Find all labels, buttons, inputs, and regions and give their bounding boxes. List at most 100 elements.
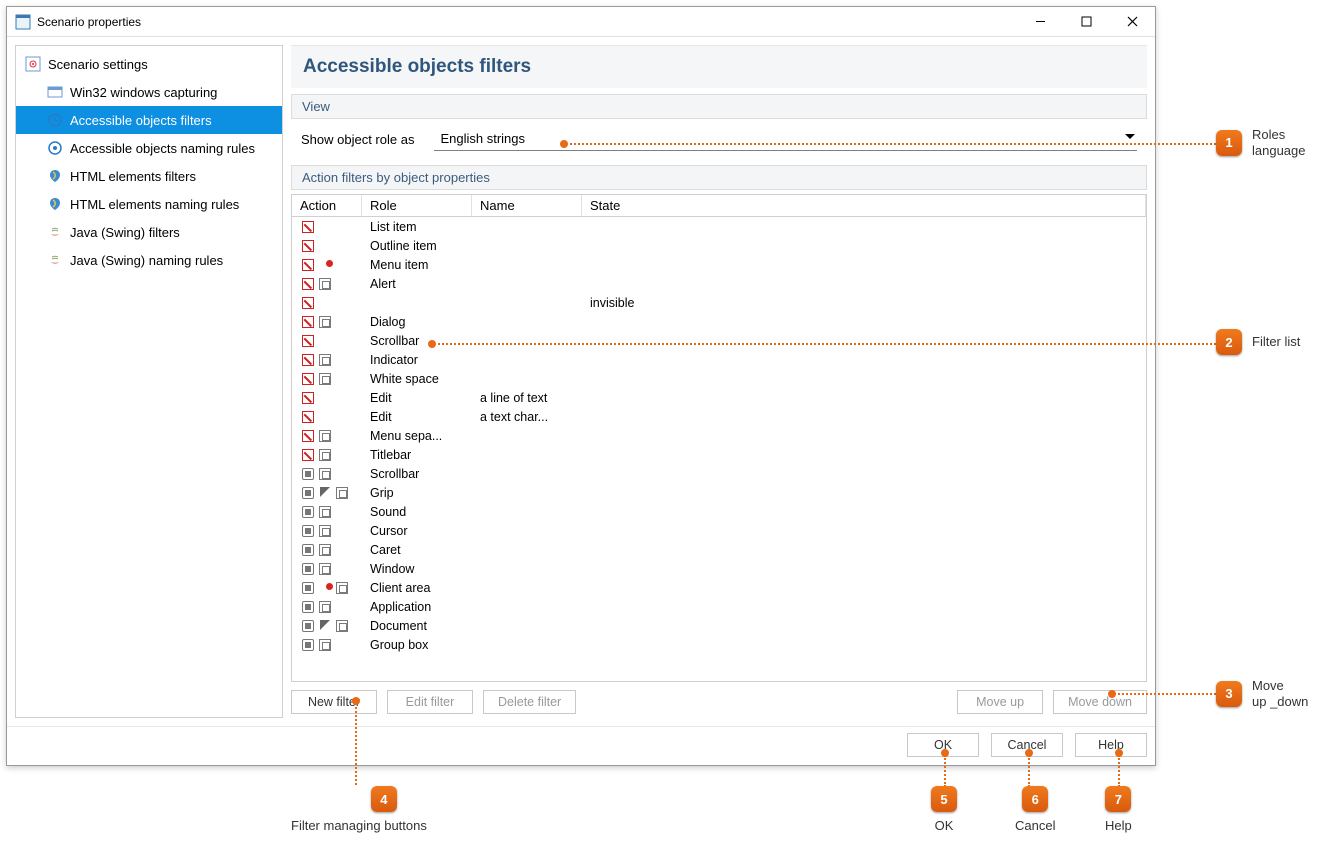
record-action-icon <box>300 561 316 577</box>
table-row[interactable]: White space <box>292 369 1146 388</box>
cursor-icon <box>317 618 333 634</box>
sidebar-item[interactable]: HTML elements filters <box>16 162 282 190</box>
maximize-button[interactable] <box>1063 7 1109 37</box>
callout-number: 7 <box>1105 786 1131 812</box>
record-action-icon <box>300 504 316 520</box>
cell-action <box>292 409 362 425</box>
sidebar-item[interactable]: Accessible objects filters <box>16 106 282 134</box>
stop-action-icon <box>300 257 316 273</box>
dropdown-value: English strings <box>440 131 525 146</box>
callout-number: 3 <box>1216 681 1242 707</box>
move-up-button[interactable]: Move up <box>957 690 1043 714</box>
table-row[interactable]: Sound <box>292 502 1146 521</box>
sidebar-item-label: HTML elements filters <box>70 169 196 184</box>
sidebar-item[interactable]: Java (Swing) filters <box>16 218 282 246</box>
callout-4: 4 Filter managing buttons <box>341 786 427 834</box>
view-label: Show object role as <box>301 132 414 147</box>
cell-role: Menu sepa... <box>362 429 472 443</box>
tree-icon <box>317 466 333 482</box>
table-row[interactable]: Client area <box>292 578 1146 597</box>
alert-icon <box>317 580 333 596</box>
sidebar-item[interactable]: Java (Swing) naming rules <box>16 246 282 274</box>
cell-role: Grip <box>362 486 472 500</box>
callout-line-1 <box>566 143 1216 145</box>
help-button[interactable]: Help <box>1075 733 1147 757</box>
tree-icon <box>317 371 333 387</box>
table-row[interactable]: List item <box>292 217 1146 236</box>
dialog-window: Scenario properties Scenario settings Wi… <box>6 6 1156 766</box>
table-row[interactable]: Edita line of text <box>292 388 1146 407</box>
cell-name: a line of text <box>472 391 582 405</box>
close-button[interactable] <box>1109 7 1155 37</box>
record-action-icon <box>300 523 316 539</box>
table-row[interactable]: Dialog <box>292 312 1146 331</box>
cell-state: invisible <box>582 296 1146 310</box>
cell-action <box>292 314 362 330</box>
cursor-icon <box>317 485 333 501</box>
table-row[interactable]: Application <box>292 597 1146 616</box>
table-row[interactable]: Menu sepa... <box>292 426 1146 445</box>
sidebar-item-icon <box>46 83 64 101</box>
minimize-button[interactable] <box>1017 7 1063 37</box>
cell-role: Edit <box>362 410 472 424</box>
tree-item-root[interactable]: Scenario settings <box>16 50 282 78</box>
stop-action-icon <box>300 409 316 425</box>
cell-action <box>292 466 362 482</box>
callout-number: 5 <box>931 786 957 812</box>
table-row[interactable]: Grip <box>292 483 1146 502</box>
col-state[interactable]: State <box>582 195 1146 216</box>
filters-table-scroll[interactable]: Action Role Name State List itemOutline … <box>292 195 1146 681</box>
callout-number: 2 <box>1216 329 1242 355</box>
callout-label: Move up _down <box>1252 678 1308 709</box>
col-role[interactable]: Role <box>362 195 472 216</box>
edit-filter-button[interactable]: Edit filter <box>387 690 473 714</box>
cell-role: Cursor <box>362 524 472 538</box>
table-row[interactable]: Titlebar <box>292 445 1146 464</box>
cell-role: Alert <box>362 277 472 291</box>
sidebar-item[interactable]: Accessible objects naming rules <box>16 134 282 162</box>
table-row[interactable]: invisible <box>292 293 1146 312</box>
sidebar-item-label: Java (Swing) naming rules <box>70 253 223 268</box>
delete-filter-button[interactable]: Delete filter <box>483 690 576 714</box>
tree-icon <box>317 447 333 463</box>
record-action-icon <box>300 580 316 596</box>
cell-role: Titlebar <box>362 448 472 462</box>
callout-label: Filter managing buttons <box>291 818 427 834</box>
table-row[interactable]: Window <box>292 559 1146 578</box>
callout-label: Roles language <box>1252 127 1306 158</box>
cell-role: Document <box>362 619 472 633</box>
table-row[interactable]: Indicator <box>292 350 1146 369</box>
table-row[interactable]: Menu item <box>292 255 1146 274</box>
role-language-dropdown[interactable]: English strings <box>434 127 1137 151</box>
new-filter-button[interactable]: New filter <box>291 690 377 714</box>
table-row[interactable]: Outline item <box>292 236 1146 255</box>
table-row[interactable]: Caret <box>292 540 1146 559</box>
cell-role: Group box <box>362 638 472 652</box>
table-row[interactable]: Edita text char... <box>292 407 1146 426</box>
table-row[interactable]: Scrollbar <box>292 331 1146 350</box>
callout-2: 2 Filter list <box>1216 329 1300 355</box>
cell-action <box>292 371 362 387</box>
callout-6: 6 Cancel <box>1015 786 1055 834</box>
table-row[interactable]: Scrollbar <box>292 464 1146 483</box>
table-row[interactable]: Group box <box>292 635 1146 654</box>
stop-action-icon <box>300 352 316 368</box>
col-action[interactable]: Action <box>292 195 362 216</box>
sidebar: Scenario settings Win32 windows capturin… <box>15 45 283 718</box>
col-name[interactable]: Name <box>472 195 582 216</box>
view-row: Show object role as English strings <box>291 119 1147 159</box>
sidebar-item-label: Accessible objects naming rules <box>70 141 255 156</box>
stop-action-icon <box>300 314 316 330</box>
table-row[interactable]: Document <box>292 616 1146 635</box>
table-row[interactable]: Cursor <box>292 521 1146 540</box>
stop-action-icon <box>300 333 316 349</box>
cell-action <box>292 390 362 406</box>
tree-icon <box>317 428 333 444</box>
sidebar-item[interactable]: Win32 windows capturing <box>16 78 282 106</box>
table-row[interactable]: Alert <box>292 274 1146 293</box>
table-header: Action Role Name State <box>292 195 1146 217</box>
window-title: Scenario properties <box>37 15 1017 29</box>
sidebar-item[interactable]: HTML elements naming rules <box>16 190 282 218</box>
cell-action <box>292 599 362 615</box>
stop-action-icon <box>300 390 316 406</box>
